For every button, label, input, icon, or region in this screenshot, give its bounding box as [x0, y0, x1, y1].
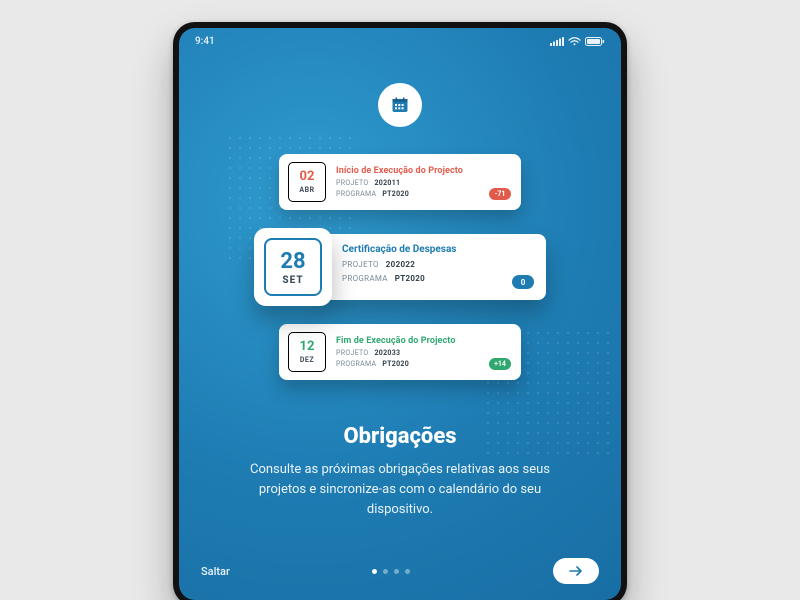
date-tile: 02 ABR	[288, 162, 326, 202]
obligation-card[interactable]: 02 ABR Início de Execução do Projecto PR…	[279, 154, 521, 210]
signal-icon	[550, 37, 564, 46]
value-project: 202033	[374, 349, 400, 357]
calendar-icon	[390, 95, 410, 115]
value-program: PT2020	[382, 190, 409, 198]
label-project: PROJETO	[342, 260, 379, 269]
bottom-bar: Saltar	[179, 558, 621, 584]
label-project: PROJETO	[336, 349, 368, 357]
days-badge: -71	[489, 188, 511, 200]
days-badge: +14	[489, 358, 511, 370]
page-dot	[394, 569, 399, 574]
date-month: DEZ	[300, 356, 314, 364]
wifi-icon	[568, 37, 581, 46]
card-info: Fim de Execução do Projecto PROJETO 20203…	[336, 336, 512, 368]
page-dot	[383, 569, 388, 574]
arrow-right-icon	[569, 566, 583, 576]
tablet-frame: 9:41 02 ABR I	[173, 22, 627, 600]
battery-icon	[585, 37, 605, 46]
status-time: 9:41	[195, 36, 215, 47]
status-indicators	[550, 37, 605, 46]
card-info: Início de Execução do Projecto PROJETO 20…	[336, 166, 512, 198]
card-title: Fim de Execução do Projecto	[336, 336, 512, 346]
page-dot	[372, 569, 377, 574]
date-month: SET	[282, 275, 303, 286]
page-indicator	[372, 569, 410, 574]
days-badge: 0	[512, 275, 534, 289]
date-tile: 28 SET	[254, 228, 332, 306]
label-program: PROGRAMA	[336, 190, 376, 198]
value-program: PT2020	[382, 360, 409, 368]
date-day: 02	[300, 170, 315, 183]
value-project: 202022	[386, 260, 415, 269]
date-day: 28	[280, 249, 305, 274]
value-project: 202011	[374, 179, 400, 187]
next-button[interactable]	[553, 558, 599, 584]
onboarding-body: Consulte as próximas obrigações relativa…	[241, 460, 559, 520]
page-dot	[405, 569, 410, 574]
value-program: PT2020	[395, 274, 425, 283]
skip-button[interactable]: Saltar	[201, 565, 230, 578]
date-tile: 12 DEZ	[288, 332, 326, 372]
obligation-card-featured[interactable]: 28 SET Certificação de Despesas PROJETO 2…	[179, 228, 621, 306]
card-title: Início de Execução do Projecto	[336, 166, 512, 176]
label-program: PROGRAMA	[336, 360, 376, 368]
date-month: ABR	[299, 186, 314, 194]
label-program: PROGRAMA	[342, 274, 388, 283]
screen: 9:41 02 ABR I	[179, 28, 621, 600]
date-day: 12	[300, 340, 315, 353]
obligation-card[interactable]: 12 DEZ Fim de Execução do Projecto PROJE…	[279, 324, 521, 380]
status-bar: 9:41	[179, 28, 621, 50]
card-body: Certificação de Despesas PROJETO 202022 P…	[322, 234, 546, 300]
onboarding-title: Obrigações	[179, 424, 621, 449]
hero-calendar-icon	[378, 83, 422, 127]
label-project: PROJETO	[336, 179, 368, 187]
card-title: Certificação de Despesas	[342, 244, 534, 255]
